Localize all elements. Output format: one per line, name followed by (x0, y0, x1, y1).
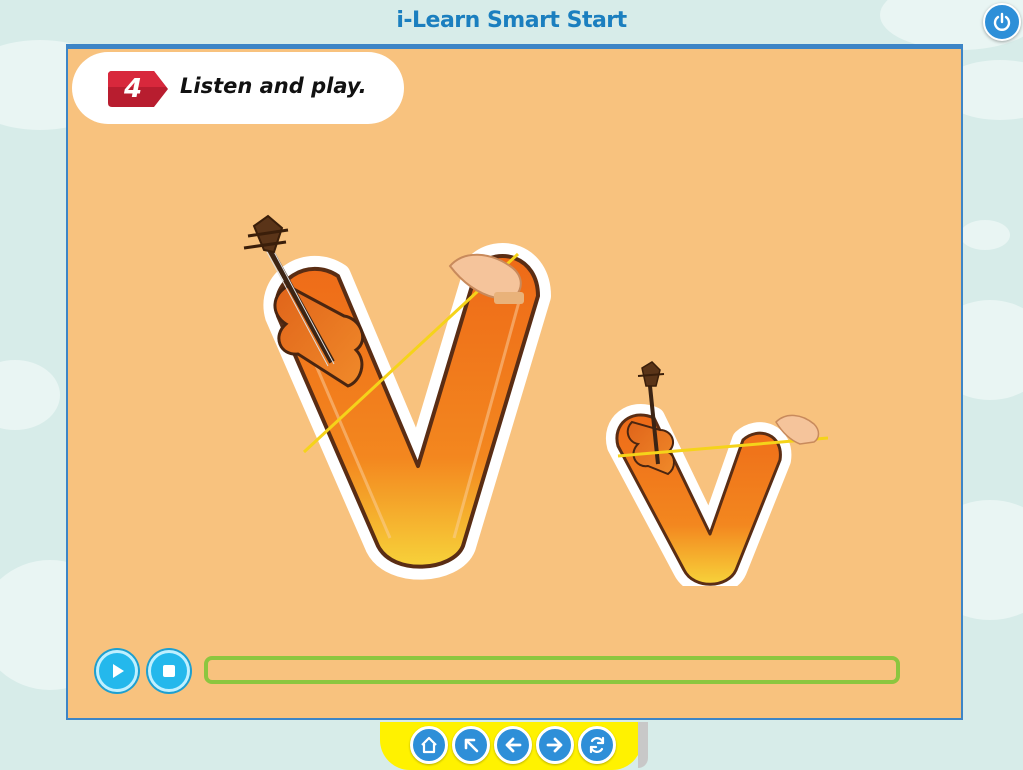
app-title: i-Learn Smart Start (396, 8, 627, 33)
back-to-menu-icon (464, 738, 479, 753)
task-header: 4 Listen and play. (72, 52, 404, 124)
task-instruction: Listen and play. (180, 74, 367, 98)
previous-icon (505, 737, 522, 753)
power-icon (993, 12, 1011, 31)
audio-progress-bar[interactable] (204, 656, 900, 684)
back-to-menu-button[interactable] (452, 726, 490, 764)
power-button[interactable] (983, 3, 1021, 41)
stop-button[interactable] (148, 650, 190, 692)
play-icon (113, 664, 124, 678)
next-icon (546, 737, 563, 753)
task-number-badge: 4 (108, 69, 170, 109)
background-cloud (0, 360, 60, 430)
refresh-icon (589, 736, 605, 754)
navigation-bar (380, 722, 648, 770)
home-icon (421, 736, 437, 754)
previous-button[interactable] (494, 726, 532, 764)
next-button[interactable] (536, 726, 574, 764)
home-button[interactable] (410, 726, 448, 764)
stage-top-border (68, 46, 961, 49)
task-number: 4 (123, 74, 143, 104)
refresh-button[interactable] (578, 726, 616, 764)
play-button[interactable] (96, 650, 138, 692)
audio-player (94, 646, 934, 694)
letter-v-violin-illustration (243, 214, 828, 586)
activity-stage: 4 Listen and play. (66, 44, 963, 720)
stop-icon (163, 665, 175, 677)
background-cloud (960, 220, 1010, 250)
